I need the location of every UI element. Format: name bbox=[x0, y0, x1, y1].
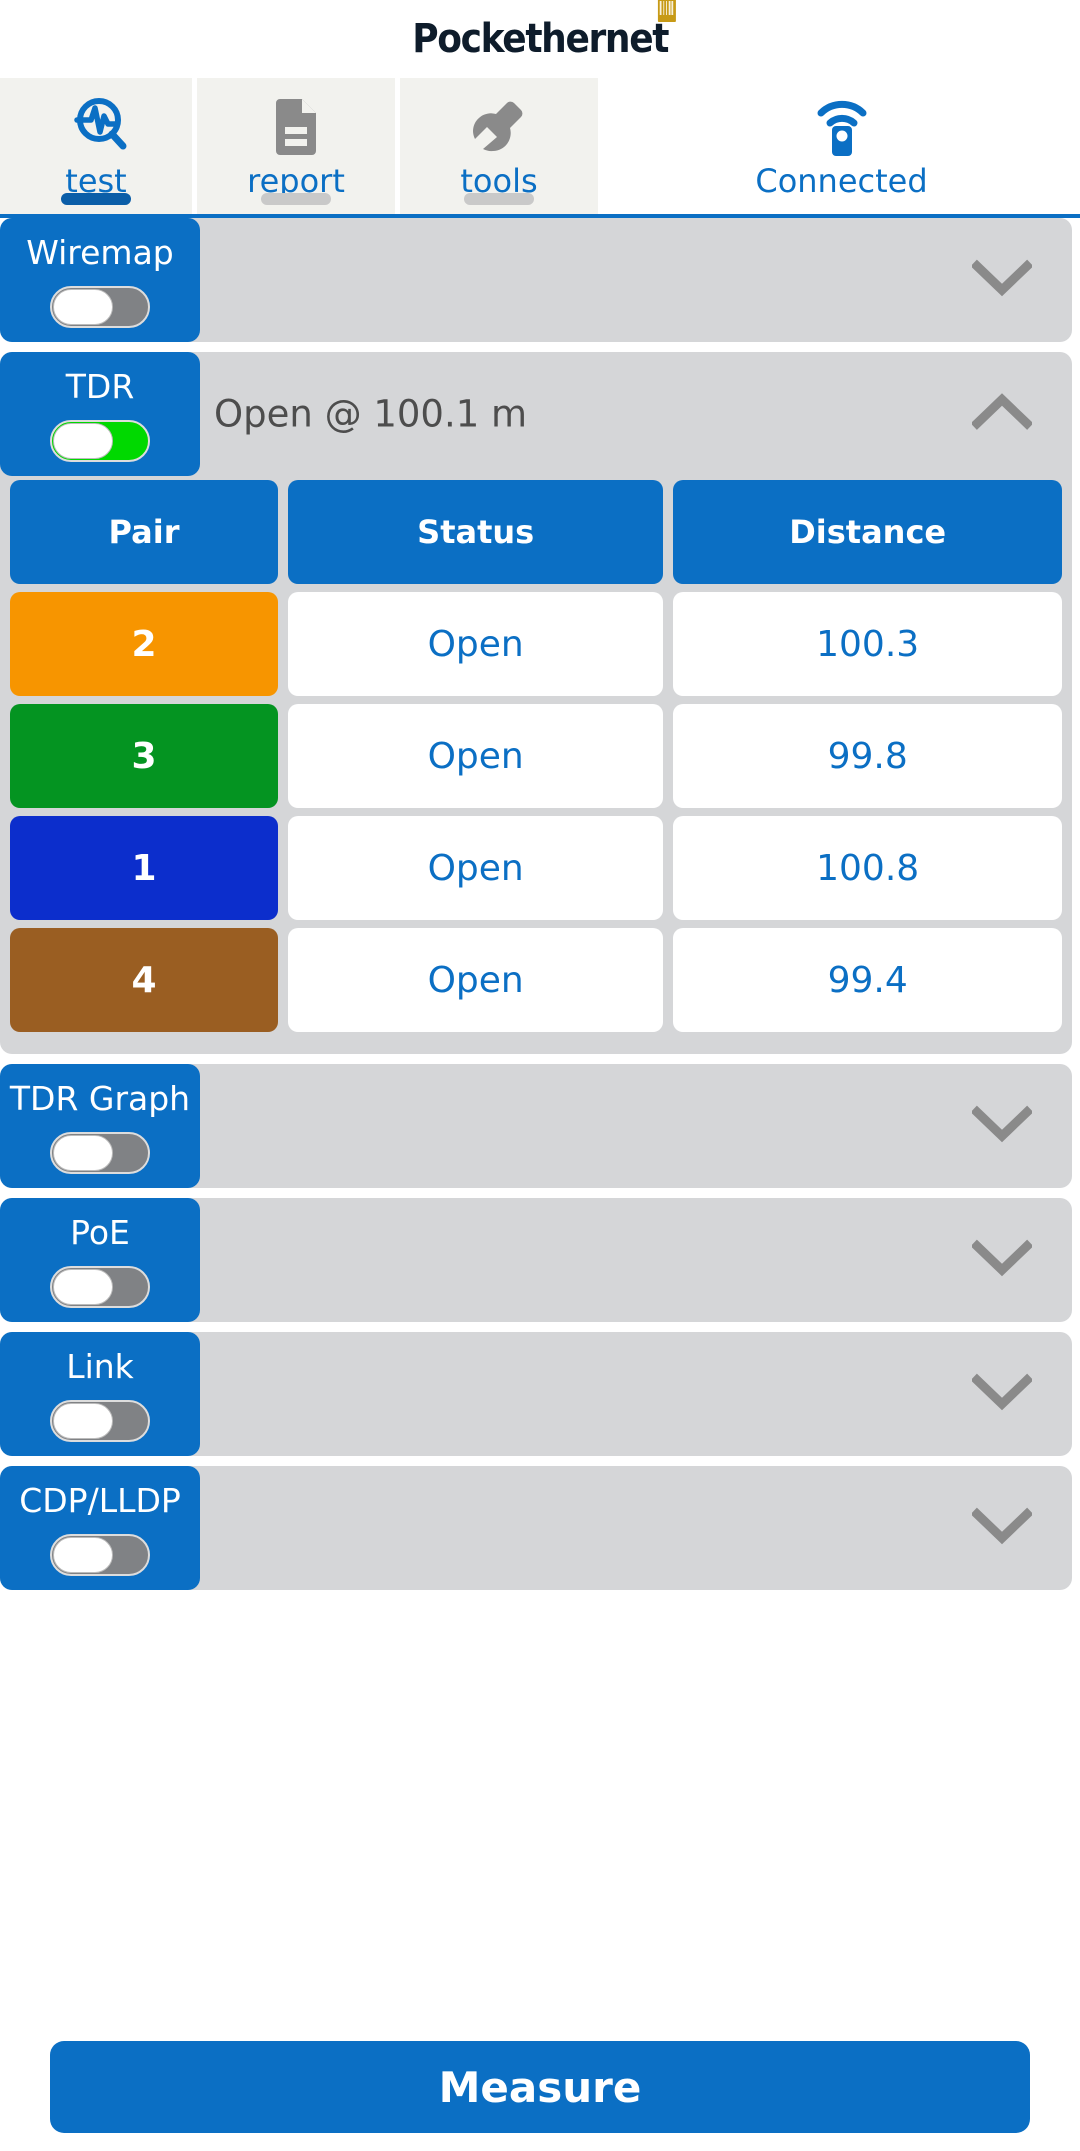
section-header-link[interactable]: Link bbox=[0, 1332, 200, 1456]
app-root: Pockethernet test report tools Connected… bbox=[0, 0, 1080, 2151]
toggle-tdr[interactable] bbox=[50, 419, 150, 462]
section-header-tdr[interactable]: TDR bbox=[0, 352, 200, 476]
cell-status: Open bbox=[288, 704, 664, 808]
col-header-status: Status bbox=[288, 480, 664, 584]
section-header-cdp-lldp[interactable]: CDP/LLDP bbox=[0, 1466, 200, 1590]
test-sections: Wiremap TDR Open @ 100.1 m Pair Status D… bbox=[0, 218, 1080, 1590]
cell-distance: 99.8 bbox=[673, 704, 1062, 808]
toggle-tdr-graph[interactable] bbox=[50, 1131, 150, 1174]
chevron-down-icon[interactable] bbox=[970, 1105, 1034, 1148]
wrench-icon bbox=[469, 94, 529, 156]
tab-indicator-tools bbox=[464, 193, 534, 205]
tab-indicator-report bbox=[261, 193, 331, 205]
cell-pair: 4 bbox=[10, 928, 279, 1032]
section-tdr-graph[interactable]: TDR Graph bbox=[0, 1064, 1080, 1188]
section-title-wiremap: Wiremap bbox=[26, 232, 174, 272]
toggle-poe[interactable] bbox=[50, 1265, 150, 1308]
table-row: 2 Open 100.3 bbox=[10, 592, 1062, 696]
tab-report[interactable]: report bbox=[197, 78, 395, 214]
tab-tools[interactable]: tools bbox=[400, 78, 598, 214]
toggle-link[interactable] bbox=[50, 1399, 150, 1442]
tab-test[interactable]: test bbox=[0, 78, 192, 214]
brand-header: Pockethernet bbox=[0, 0, 1080, 78]
cell-status: Open bbox=[288, 928, 664, 1032]
table-row: 1 Open 100.8 bbox=[10, 816, 1062, 920]
section-header-poe[interactable]: PoE bbox=[0, 1198, 200, 1322]
chevron-down-icon[interactable] bbox=[970, 1239, 1034, 1282]
cell-status: Open bbox=[288, 816, 664, 920]
col-header-pair: Pair bbox=[10, 480, 279, 584]
section-poe[interactable]: PoE bbox=[0, 1198, 1080, 1322]
tab-label-connected: Connected bbox=[755, 162, 928, 200]
section-title-link: Link bbox=[66, 1346, 134, 1386]
chevron-down-icon[interactable] bbox=[970, 1373, 1034, 1416]
toggle-wiremap[interactable] bbox=[50, 285, 150, 328]
cell-pair: 3 bbox=[10, 704, 279, 808]
section-body-tdr: TDR Open @ 100.1 m Pair Status Distance … bbox=[0, 352, 1072, 1054]
rj45-jack-icon bbox=[655, 0, 678, 22]
brand-logo: Pockethernet bbox=[412, 0, 677, 62]
section-title-tdr: TDR bbox=[65, 366, 135, 406]
chevron-down-icon[interactable] bbox=[970, 1507, 1034, 1550]
chevron-up-icon[interactable] bbox=[970, 393, 1034, 436]
section-cdp-lldp[interactable]: CDP/LLDP bbox=[0, 1466, 1080, 1590]
section-header-tdr-graph[interactable]: TDR Graph bbox=[0, 1064, 200, 1188]
brand-name: Pockethernet bbox=[412, 16, 669, 62]
section-wiremap[interactable]: Wiremap bbox=[0, 218, 1080, 342]
pulse-search-icon bbox=[65, 94, 127, 156]
section-top-tdr[interactable]: TDR Open @ 100.1 m bbox=[0, 352, 1072, 476]
table-row: 3 Open 99.8 bbox=[10, 704, 1062, 808]
section-title-poe: PoE bbox=[70, 1212, 130, 1252]
main-tabbar: test report tools Connected bbox=[0, 78, 1080, 218]
tab-connected[interactable]: Connected bbox=[603, 78, 1080, 214]
cell-distance: 100.3 bbox=[673, 592, 1062, 696]
table-row: 4 Open 99.4 bbox=[10, 928, 1062, 1032]
cell-pair: 1 bbox=[10, 816, 279, 920]
section-title-tdr-graph: TDR Graph bbox=[9, 1078, 191, 1118]
chevron-down-icon[interactable] bbox=[970, 259, 1034, 302]
section-link[interactable]: Link bbox=[0, 1332, 1080, 1456]
measure-button[interactable]: Measure bbox=[50, 2041, 1030, 2133]
document-icon bbox=[270, 94, 322, 156]
col-header-distance: Distance bbox=[673, 480, 1062, 584]
cell-pair: 2 bbox=[10, 592, 279, 696]
cell-distance: 100.8 bbox=[673, 816, 1062, 920]
toggle-cdp-lldp[interactable] bbox=[50, 1533, 150, 1576]
cell-status: Open bbox=[288, 592, 664, 696]
device-wifi-icon bbox=[815, 94, 869, 156]
tdr-results-table: Pair Status Distance 2 Open 100.3 3 Open… bbox=[0, 472, 1072, 1040]
tab-indicator-test bbox=[61, 193, 131, 205]
cell-distance: 99.4 bbox=[673, 928, 1062, 1032]
section-tdr[interactable]: TDR Open @ 100.1 m Pair Status Distance … bbox=[0, 352, 1080, 1054]
section-status-tdr: Open @ 100.1 m bbox=[214, 392, 528, 436]
table-header-row: Pair Status Distance bbox=[10, 480, 1062, 584]
section-title-cdp-lldp: CDP/LLDP bbox=[19, 1480, 181, 1520]
section-header-wiremap[interactable]: Wiremap bbox=[0, 218, 200, 342]
